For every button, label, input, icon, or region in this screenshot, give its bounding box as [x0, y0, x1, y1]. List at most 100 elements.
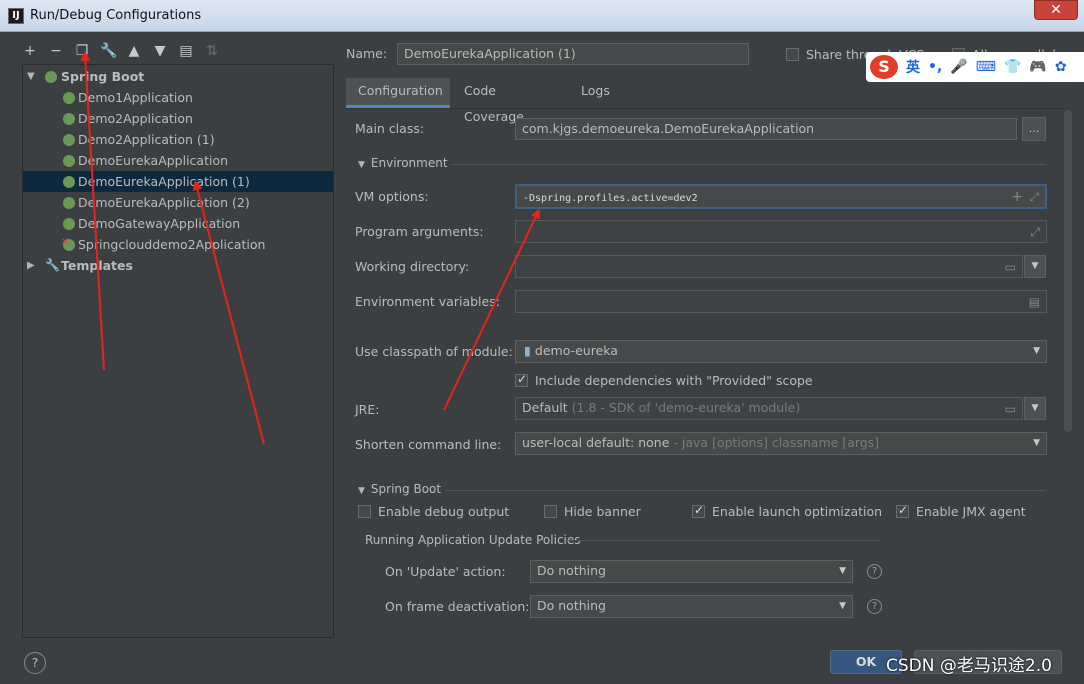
tree-node-templates[interactable]: ▶ 🔧 Templates: [23, 255, 333, 276]
launch-optimization-checkbox[interactable]: Enable launch optimization: [692, 503, 882, 519]
copy-icon[interactable]: ❐: [74, 43, 90, 59]
vm-options-field[interactable]: -Dspring.profiles.active=dev2 + ⤢: [515, 184, 1047, 209]
expand-arrow-icon[interactable]: ▼: [27, 66, 35, 87]
environment-variables-field[interactable]: ▤: [515, 290, 1047, 313]
program-arguments-field[interactable]: ⤢: [515, 220, 1047, 243]
tab-configuration[interactable]: Configuration: [346, 78, 450, 108]
checkbox-box[interactable]: [358, 505, 371, 518]
section-divider: [446, 490, 1046, 491]
sogou-logo-icon[interactable]: S: [870, 55, 898, 79]
tree-item-label: Demo1Application: [78, 90, 193, 105]
spring-boot-section-toggle[interactable]: ▼ Spring Boot: [358, 482, 441, 496]
tree-item-label: Demo2Application (1): [78, 132, 215, 147]
section-collapse-icon: ▼: [358, 486, 365, 496]
tree-node-label: Spring Boot: [61, 69, 145, 84]
move-down-icon[interactable]: ▼: [152, 43, 168, 59]
jre-dropdown[interactable]: ▼: [1024, 397, 1046, 420]
working-directory-field[interactable]: ▭: [515, 255, 1023, 278]
move-up-icon[interactable]: ▲: [126, 43, 142, 59]
tab-logs[interactable]: Logs: [569, 78, 622, 108]
microphone-icon[interactable]: 🎤: [950, 59, 967, 75]
window-title: Run/Debug Configurations: [30, 8, 202, 23]
tree-item[interactable]: Demo1Application: [23, 87, 333, 108]
add-icon[interactable]: +: [22, 43, 38, 59]
tree-node-spring-boot[interactable]: ▼ Spring Boot: [23, 66, 333, 87]
vm-options-label: VM options:: [355, 189, 429, 204]
shorten-command-value: user-local default: none: [522, 435, 670, 450]
jre-field[interactable]: Default (1.8 - SDK of 'demo-eureka' modu…: [515, 397, 1023, 420]
environment-section-label: Environment: [370, 156, 448, 170]
hide-banner-checkbox[interactable]: Hide banner: [544, 504, 641, 519]
help-icon[interactable]: ?: [867, 599, 882, 614]
on-update-dropdown[interactable]: Do nothing ▼: [530, 560, 853, 583]
help-button[interactable]: ?: [24, 652, 46, 674]
checkbox-box[interactable]: [544, 505, 557, 518]
tree-item[interactable]: DemoEurekaApplication: [23, 150, 333, 171]
tree-item[interactable]: Demo2Application: [23, 108, 333, 129]
expand-icon[interactable]: ⤢: [1029, 187, 1039, 207]
flower-icon[interactable]: ✿: [1055, 59, 1067, 75]
main-class-field[interactable]: com.kjgs.demoeureka.DemoEurekaApplicatio…: [515, 118, 1017, 140]
include-dependencies-checkbox[interactable]: Include dependencies with "Provided" sco…: [515, 372, 813, 388]
classpath-module-value: demo-eureka: [534, 343, 618, 358]
folder-icon[interactable]: ▭: [1005, 257, 1016, 277]
spring-boot-app-icon: [63, 92, 75, 104]
tree-item[interactable]: Demo2Application (1): [23, 129, 333, 150]
checkbox-box[interactable]: [515, 372, 528, 387]
config-toolbar: + − ❐ 🔧 ▲ ▼ ▤ ⇅: [22, 40, 220, 62]
section-divider: [452, 164, 1046, 165]
on-frame-deactivation-dropdown[interactable]: Do nothing ▼: [530, 595, 853, 618]
tree-item-selected[interactable]: DemoEurekaApplication (1): [23, 171, 333, 192]
tab-divider: [346, 108, 1064, 109]
update-policies-label: Running Application Update Policies: [365, 533, 581, 547]
main-class-label: Main class:: [355, 121, 425, 136]
close-button[interactable]: ✕: [1034, 0, 1078, 20]
tree-item[interactable]: DemoEurekaApplication (2): [23, 192, 333, 213]
chevron-down-icon: ▼: [839, 601, 846, 611]
wrench-icon[interactable]: 🔧: [100, 43, 117, 59]
jmx-agent-checkbox[interactable]: Enable JMX agent: [896, 503, 1026, 519]
classpath-module-label: Use classpath of module:: [355, 344, 513, 359]
collapse-arrow-icon[interactable]: ▶: [27, 255, 35, 276]
ime-toolbar: S 英 •, 🎤 ⌨ 👕 🎮 ✿: [866, 52, 1084, 82]
expand-icon[interactable]: ⤢: [1030, 222, 1040, 242]
spring-boot-app-error-icon: [61, 232, 75, 253]
on-update-value: Do nothing: [537, 563, 606, 578]
environment-section-toggle[interactable]: ▼ Environment: [358, 156, 448, 170]
spring-boot-section-label: Spring Boot: [370, 482, 442, 496]
keyboard-icon[interactable]: ⌨: [976, 59, 996, 75]
jre-label: JRE:: [355, 402, 380, 417]
help-icon[interactable]: ?: [867, 564, 882, 579]
folder-icon[interactable]: ▭: [1005, 399, 1016, 419]
tab-code-coverage[interactable]: Code Coverage: [452, 78, 536, 124]
checkbox-box[interactable]: [786, 48, 799, 61]
browse-main-class-button[interactable]: ...: [1022, 117, 1046, 141]
sort-icon[interactable]: ⇅: [204, 43, 220, 59]
spring-boot-app-icon: [63, 176, 75, 188]
name-field[interactable]: DemoEurekaApplication (1): [397, 43, 749, 65]
tree-item[interactable]: DemoGatewayApplication: [23, 213, 333, 234]
skin-icon[interactable]: 👕: [1004, 59, 1021, 75]
tree-item-label: Springclouddemo2Application: [78, 237, 266, 252]
classpath-module-dropdown[interactable]: ▮ demo-eureka ▼: [515, 340, 1047, 363]
game-icon[interactable]: 🎮: [1029, 59, 1046, 75]
edit-list-icon[interactable]: ▤: [1029, 292, 1040, 312]
punctuation-icon[interactable]: •,: [928, 59, 942, 75]
tree-item-label: DemoEurekaApplication: [78, 153, 229, 168]
shorten-command-dropdown[interactable]: user-local default: none - java [options…: [515, 432, 1047, 455]
tree-item-label: DemoGatewayApplication: [78, 216, 241, 231]
title-bar: IJ Run/Debug Configurations ✕: [0, 0, 1084, 32]
checkbox-box[interactable]: [896, 503, 909, 518]
language-toggle-icon[interactable]: 英: [906, 57, 920, 77]
remove-icon[interactable]: −: [48, 43, 64, 59]
tree-item[interactable]: Springclouddemo2Application: [23, 232, 333, 255]
folder-icon[interactable]: ▤: [178, 43, 194, 59]
on-update-label: On 'Update' action:: [385, 564, 506, 579]
debug-output-checkbox[interactable]: Enable debug output: [358, 504, 509, 519]
vertical-scrollbar[interactable]: [1064, 110, 1072, 432]
add-icon[interactable]: +: [1011, 187, 1023, 207]
name-label: Name:: [346, 46, 388, 61]
working-directory-dropdown[interactable]: ▼: [1024, 255, 1046, 278]
jre-hint: (1.8 - SDK of 'demo-eureka' module): [571, 400, 801, 415]
checkbox-box[interactable]: [692, 503, 705, 518]
